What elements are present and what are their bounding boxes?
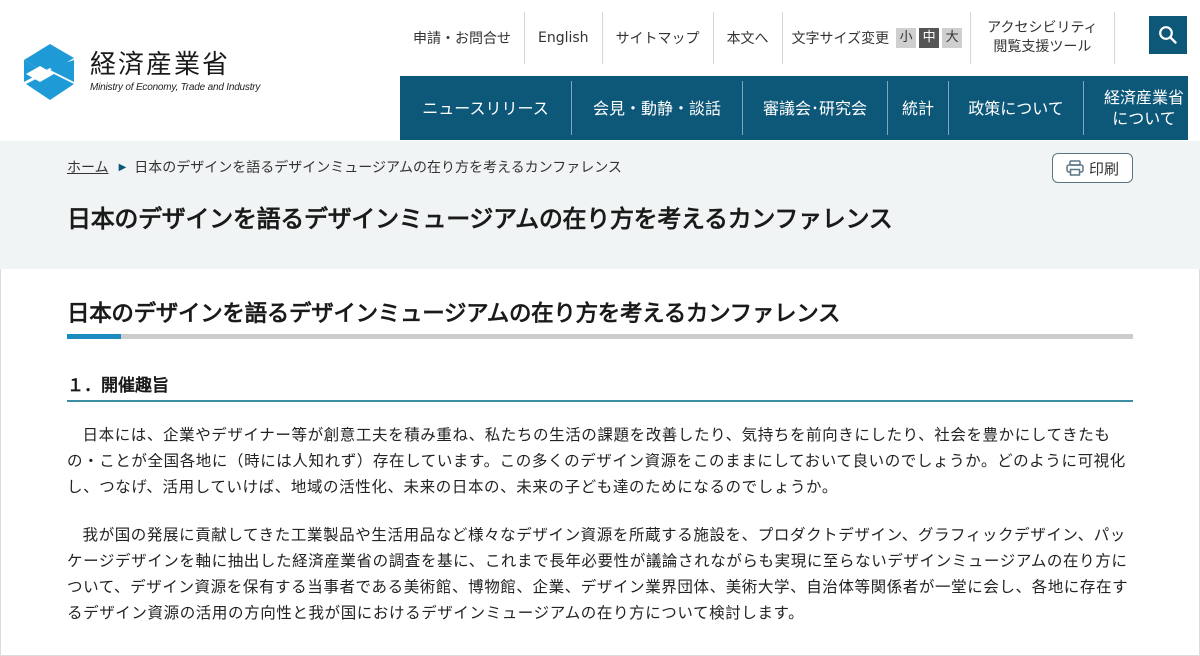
page-title: 日本のデザインを語るデザインミュージアムの在り方を考えるカンファレンス: [67, 205, 893, 233]
font-size-large-button[interactable]: 大: [942, 28, 963, 48]
title-band: ホーム ▶ 日本のデザインを語るデザインミュージアムの在り方を考えるカンファレン…: [0, 141, 1200, 269]
section-heading-purpose: １．開催趣旨: [67, 376, 169, 396]
nav-councils[interactable]: 審議会･研究会: [743, 81, 888, 135]
meti-logo-icon: [24, 44, 74, 100]
nav-press-conference[interactable]: 会見・動静・談話: [572, 81, 743, 135]
nav-about-meti-line1: 経済産業省: [1103, 88, 1184, 107]
util-link-sitemap[interactable]: サイトマップ: [603, 12, 714, 64]
breadcrumb: ホーム ▶ 日本のデザインを語るデザインミュージアムの在り方を考えるカンファレン…: [67, 157, 622, 177]
search-button[interactable]: [1149, 16, 1187, 54]
utility-nav: 申請・お問合せ English サイトマップ 本文へ 文字サイズ変更 小 中 大…: [400, 12, 1115, 64]
nav-statistics[interactable]: 統計: [888, 81, 949, 135]
font-size-label: 文字サイズ変更: [791, 31, 890, 47]
heading-divider-accent: [67, 334, 121, 339]
logo-name-en: Ministry of Economy, Trade and Industry: [90, 81, 261, 93]
accessibility-line2: 閲覧支援ツール: [993, 39, 1092, 55]
site-logo[interactable]: 経済産業省 Ministry of Economy, Trade and Ind…: [20, 38, 260, 104]
paragraph: 日本には、企業やデザイナー等が創意工夫を積み重ね、私たちの生活の課題を改善したり…: [67, 426, 1126, 496]
breadcrumb-separator-icon: ▶: [118, 161, 127, 173]
util-link-english[interactable]: English: [525, 12, 603, 64]
breadcrumb-home-link[interactable]: ホーム: [67, 157, 109, 177]
nav-about-meti-line2: について: [1112, 109, 1176, 128]
breadcrumb-current: 日本のデザインを語るデザインミュージアムの在り方を考えるカンファレンス: [134, 160, 622, 176]
logo-name-jp: 経済産業省: [90, 49, 231, 80]
font-size-medium-button[interactable]: 中: [919, 28, 940, 48]
font-size-switcher: 文字サイズ変更 小 中 大: [781, 12, 972, 64]
site-header: 経済産業省 Ministry of Economy, Trade and Ind…: [0, 0, 1200, 141]
search-icon: [1159, 26, 1177, 44]
section-divider: [67, 400, 1133, 402]
util-link-skip-to-content[interactable]: 本文へ: [714, 12, 782, 64]
content-heading: 日本のデザインを語るデザインミュージアムの在り方を考えるカンファレンス: [67, 301, 841, 327]
nav-policy[interactable]: 政策について: [949, 81, 1084, 135]
font-size-small-button[interactable]: 小: [896, 28, 917, 48]
accessibility-tool-link[interactable]: アクセシビリティ 閲覧支援ツール: [971, 12, 1115, 64]
util-link-contact[interactable]: 申請・お問合せ: [400, 12, 525, 64]
paragraph: 我が国の発展に貢献してきた工業製品や生活用品など様々なデザイン資源を所蔵する施設…: [67, 526, 1129, 622]
heading-divider: [67, 334, 1133, 339]
accessibility-line1: アクセシビリティ: [987, 20, 1098, 36]
print-label: 印刷: [1088, 159, 1119, 178]
printer-icon: [1066, 160, 1084, 176]
print-button[interactable]: 印刷: [1052, 153, 1133, 183]
nav-news-release[interactable]: ニュースリリース: [400, 81, 572, 135]
nav-about-meti[interactable]: 経済産業省 について: [1084, 81, 1188, 135]
main-nav: ニュースリリース 会見・動静・談話 審議会･研究会 統計 政策について 経済産業…: [400, 76, 1188, 140]
